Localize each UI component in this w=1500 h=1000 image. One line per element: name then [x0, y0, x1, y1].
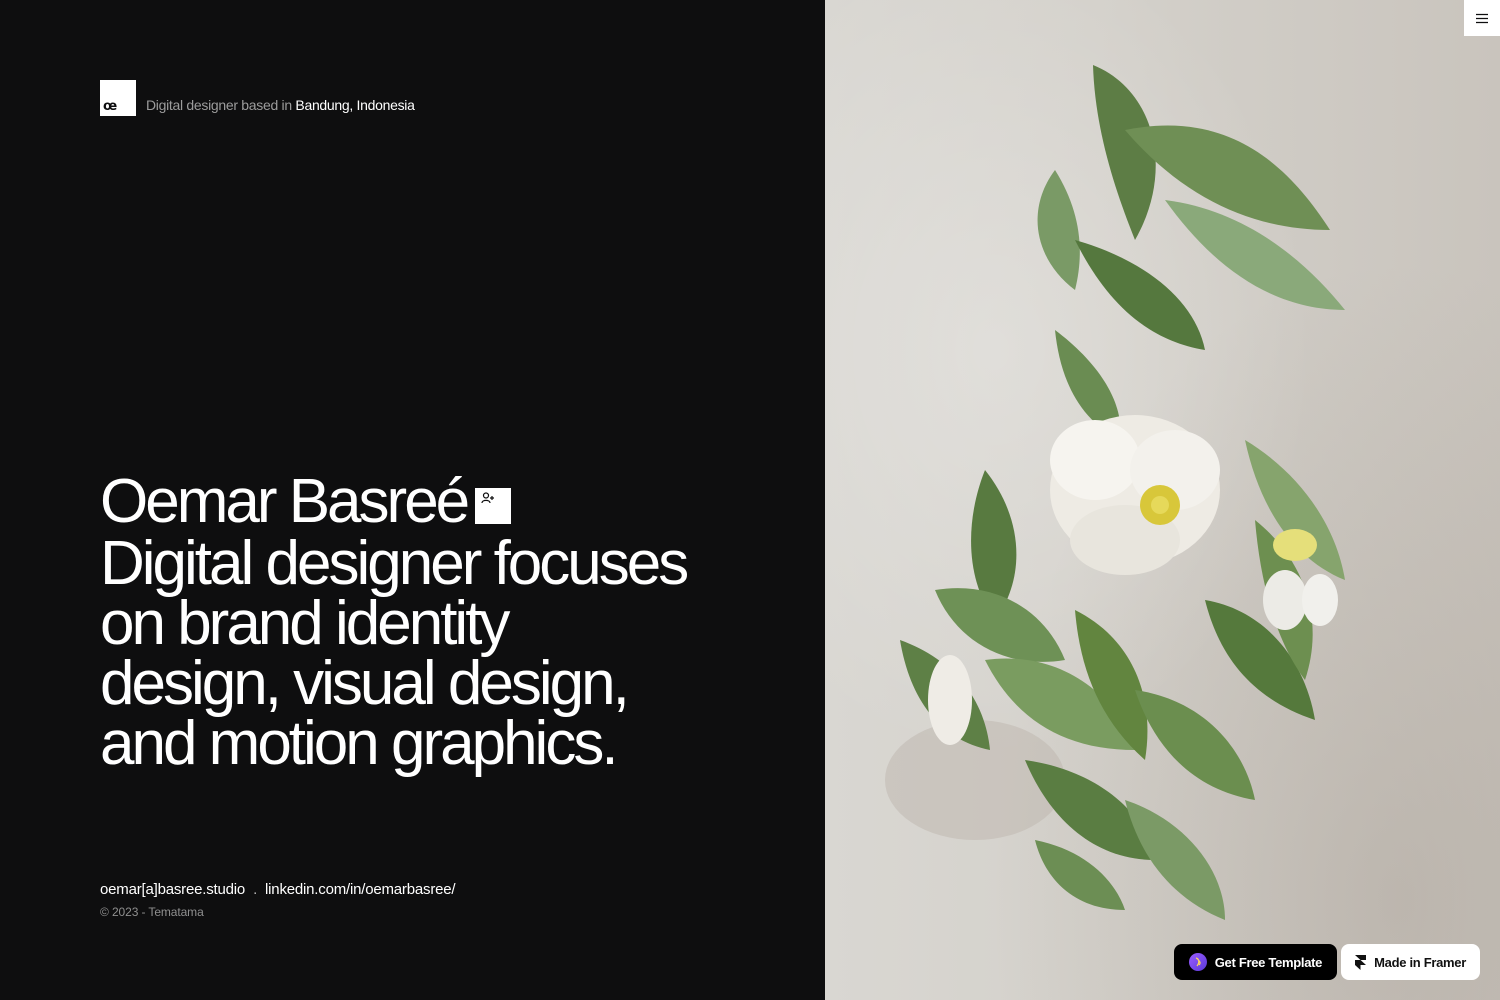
framer-badges: Get Free Template Made in Framer [1173, 944, 1480, 980]
tagline: Digital designer based in Bandung, Indon… [146, 96, 415, 116]
made-in-framer-button[interactable]: Made in Framer [1341, 944, 1480, 980]
get-free-template-button[interactable]: Get Free Template [1173, 944, 1338, 980]
floral-sculpture-image [885, 65, 1345, 920]
hero-description: Digital designer focuses on brand identi… [100, 529, 689, 778]
tagline-prefix: Digital designer based in [146, 97, 292, 113]
contact-separator: . [253, 881, 258, 898]
site-header: œ Digital designer based in Bandung, Ind… [100, 80, 415, 116]
left-pane: œ Digital designer based in Bandung, Ind… [0, 0, 825, 1000]
logo[interactable]: œ [100, 80, 136, 116]
menu-button[interactable] [1464, 0, 1500, 36]
logo-text: œ [103, 99, 117, 114]
hero: Oemar Basreé Digital designer focuses on… [100, 470, 740, 778]
hero-name-row: Oemar Basreé [100, 470, 740, 534]
contact-links: oemar[a]basree.studio . linkedin.com/in/… [100, 880, 456, 900]
hamburger-menu-icon [1476, 13, 1488, 23]
template-icon [1188, 953, 1207, 971]
user-plus-icon[interactable] [475, 488, 512, 524]
hero-name: Oemar Basreé [100, 467, 470, 536]
linkedin-link[interactable]: linkedin.com/in/oemarbasree/ [265, 880, 456, 900]
hero-image [825, 0, 1500, 1000]
template-label: Get Free Template [1214, 954, 1323, 970]
email-link[interactable]: oemar[a]basree.studio [100, 880, 245, 900]
framer-label: Made in Framer [1374, 954, 1466, 970]
framer-logo-icon [1355, 954, 1367, 970]
copyright: © 2023 - Tematama [100, 905, 204, 919]
tagline-location: Bandung, Indonesia [295, 97, 415, 113]
